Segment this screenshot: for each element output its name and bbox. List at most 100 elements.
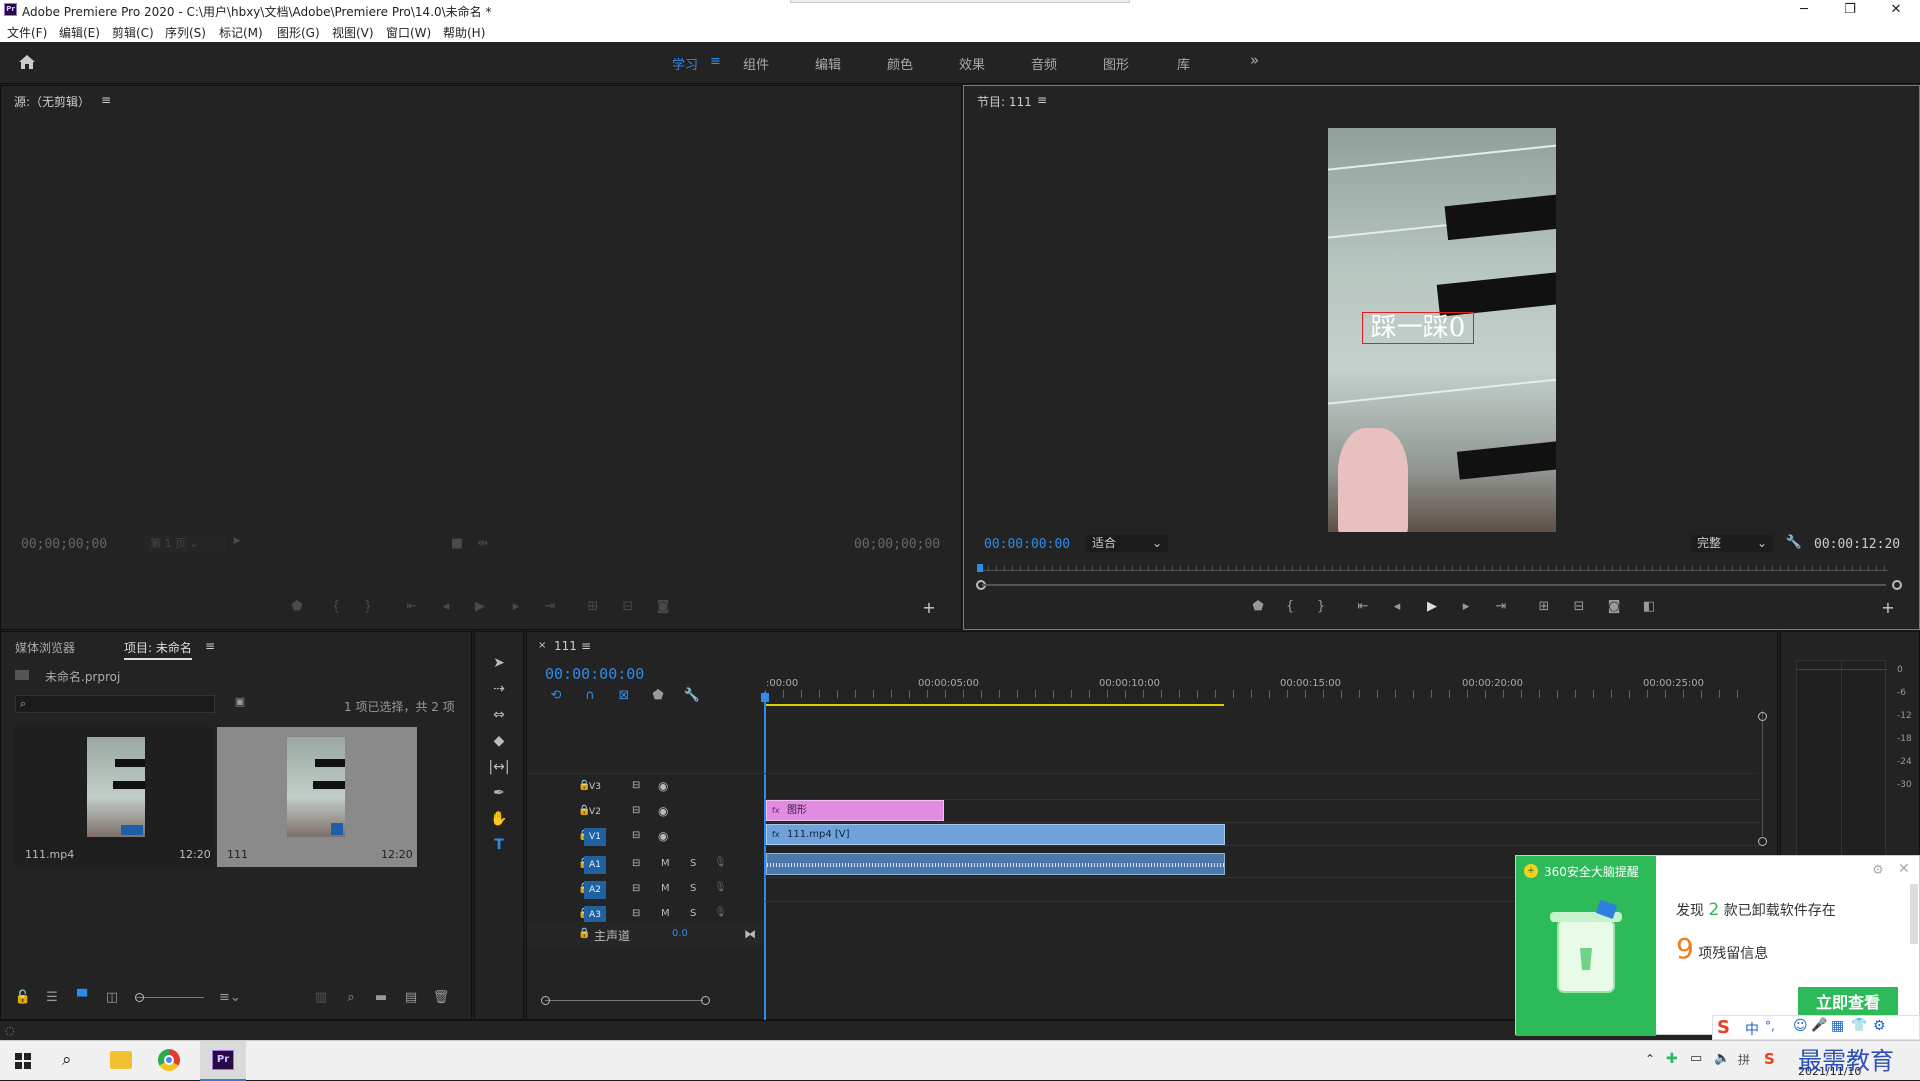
solo-button[interactable]: S	[690, 883, 696, 894]
close-button[interactable]: ✕	[1873, 0, 1919, 20]
close-sequence-icon[interactable]: ×	[538, 640, 546, 651]
wrench-icon[interactable]: 🔧	[1784, 535, 1804, 550]
lock-icon[interactable]: 🔓	[13, 990, 33, 1005]
lock-icon[interactable]: 🔒	[578, 928, 590, 939]
pen-tool-icon[interactable]: ✒	[487, 782, 511, 804]
project-item-selected[interactable]: 111 12:20	[217, 727, 417, 867]
new-bin-icon[interactable]: ▬	[371, 990, 391, 1005]
sync-lock-icon[interactable]: ⊟	[632, 780, 640, 791]
step-forward-icon[interactable]: ▸	[506, 599, 526, 614]
mark-in-icon[interactable]: {	[1280, 599, 1300, 614]
go-to-in-icon[interactable]: ⇤	[1353, 599, 1373, 614]
ime-emoji-icon[interactable]: ☺	[1793, 1018, 1808, 1034]
drag-handle[interactable]	[790, 0, 1130, 3]
vertical-scroll-track[interactable]	[1762, 710, 1763, 836]
mute-button[interactable]: M	[661, 858, 670, 869]
linked-selection-icon[interactable]: ⊠	[614, 688, 634, 703]
eye-icon[interactable]: ◉	[658, 829, 668, 843]
timeline-menu-icon[interactable]: ≡	[581, 639, 591, 653]
sync-lock-icon[interactable]: ⊟	[632, 805, 640, 816]
marker-icon[interactable]: ⬟	[1248, 599, 1268, 614]
menu-view[interactable]: 视图(V)	[332, 24, 374, 41]
add-button-icon[interactable]: +	[919, 598, 939, 617]
zoom-bar[interactable]	[982, 584, 1886, 586]
workspace-libraries[interactable]: 库	[1177, 54, 1190, 73]
page-next-icon[interactable]: ▶	[227, 536, 247, 546]
overwrite-clip-icon[interactable]: ⊟	[618, 599, 638, 614]
new-item-icon[interactable]: ▤	[401, 990, 421, 1005]
horizontal-scroll-handle-right[interactable]	[701, 996, 710, 1005]
insert-icon[interactable]: ⇹	[473, 536, 493, 551]
sequence-tab[interactable]: 111	[554, 639, 577, 653]
graphic-clip[interactable]: fx 图形	[766, 800, 944, 821]
workspace-editing[interactable]: 编辑	[815, 54, 841, 73]
track-label-a2[interactable]: A2	[584, 881, 606, 899]
export-frame-icon[interactable]: ◙	[1604, 599, 1624, 614]
program-timecode-current[interactable]: 00:00:00:00	[984, 537, 1070, 552]
menu-sequence[interactable]: 序列(S)	[165, 24, 206, 41]
track-label-v3[interactable]: V3	[584, 778, 606, 796]
vertical-scroll-handle-top[interactable]	[1758, 712, 1767, 721]
timeline-timecode[interactable]: 00:00:00:00	[545, 665, 644, 683]
file-explorer-icon[interactable]	[110, 1051, 132, 1069]
master-volume-value[interactable]: 0.0	[672, 928, 688, 939]
source-page-select[interactable]: 第 1 页 ⌄	[144, 536, 226, 552]
workspace-effects[interactable]: 效果	[959, 54, 985, 73]
video-clip[interactable]: fx 111.mp4 [V]	[766, 824, 1225, 845]
clear-icon[interactable]: 🗑	[431, 990, 451, 1005]
play-icon[interactable]: ▶	[470, 599, 490, 614]
slip-tool-icon[interactable]: |↔|	[487, 756, 511, 778]
premiere-taskbar-item[interactable]: Pr	[200, 1041, 246, 1081]
mute-button[interactable]: M	[661, 908, 670, 919]
go-to-in-icon[interactable]: ⇤	[402, 599, 422, 614]
sync-lock-icon[interactable]: ⊟	[632, 883, 640, 894]
insert-clip-icon[interactable]: ⊞	[583, 599, 603, 614]
program-time-ruler[interactable]	[980, 570, 1888, 571]
voice-over-icon[interactable]: 🎙	[714, 882, 727, 893]
program-playhead[interactable]	[977, 564, 983, 572]
menu-clip[interactable]: 剪辑(C)	[112, 24, 154, 41]
tray-ime-icon[interactable]: 拼	[1738, 1051, 1750, 1068]
ime-language-toggle[interactable]: 中	[1745, 1019, 1759, 1039]
ime-keyboard-icon[interactable]: ▦	[1831, 1018, 1844, 1034]
play-icon[interactable]: ▶	[1422, 599, 1442, 614]
lift-icon[interactable]: ⊞	[1534, 599, 1554, 614]
marker-icon[interactable]: ⬟	[287, 599, 307, 614]
export-frame-icon[interactable]: ◙	[653, 599, 673, 614]
background-task-icon[interactable]: ◌	[5, 1024, 15, 1037]
go-to-out-icon[interactable]: ⇥	[1491, 599, 1511, 614]
track-label-a1[interactable]: A1	[584, 856, 606, 874]
go-to-out-icon[interactable]: ⇥	[540, 599, 560, 614]
work-area-bar[interactable]	[765, 704, 1224, 706]
compare-view-icon[interactable]: ◧	[1639, 599, 1659, 614]
find-icon[interactable]: ⌕	[341, 990, 361, 1005]
hand-tool-icon[interactable]: ✋	[487, 808, 511, 830]
tray-network-icon[interactable]: ▭	[1690, 1051, 1702, 1066]
ime-punctuation-toggle[interactable]: °,	[1765, 1019, 1775, 1033]
windows-start-icon[interactable]	[15, 1053, 31, 1069]
add-button-icon[interactable]: +	[1878, 598, 1898, 617]
ime-voice-icon[interactable]: 🎤	[1811, 1018, 1827, 1033]
project-search-input[interactable]: ⌕	[15, 695, 215, 713]
mark-out-icon[interactable]: }	[1311, 599, 1331, 614]
menu-help[interactable]: 帮助(H)	[443, 24, 485, 41]
workspace-audio[interactable]: 音频	[1031, 54, 1057, 73]
tray-sogou-icon[interactable]: S	[1764, 1050, 1775, 1068]
overlay-text-box[interactable]: 踩一踩0	[1362, 312, 1474, 344]
search-icon[interactable]: ⌕	[62, 1050, 72, 1070]
program-video-frame[interactable]: 踩一踩0	[1328, 128, 1556, 532]
program-panel-menu-icon[interactable]: ≡	[1037, 93, 1047, 107]
vertical-scroll-handle-bottom[interactable]	[1758, 837, 1767, 846]
ime-settings-icon[interactable]: ⚙	[1873, 1018, 1886, 1034]
project-item[interactable]: 111.mp4 12:20	[15, 727, 215, 867]
ime-skin-icon[interactable]: 👕	[1851, 1018, 1867, 1033]
step-back-icon[interactable]: ◂	[1387, 599, 1407, 614]
more-workspaces-icon[interactable]: »	[1250, 51, 1259, 69]
add-marker-icon[interactable]: ⬟	[648, 688, 668, 703]
step-forward-icon[interactable]: ▸	[1456, 599, 1476, 614]
menu-graphics[interactable]: 图形(G)	[277, 24, 320, 41]
workspace-assembly[interactable]: 组件	[743, 54, 769, 73]
settings-icon[interactable]: ■	[447, 536, 467, 551]
notification-close-icon[interactable]: ✕	[1898, 861, 1910, 877]
voice-over-icon[interactable]: 🎙	[714, 907, 727, 918]
